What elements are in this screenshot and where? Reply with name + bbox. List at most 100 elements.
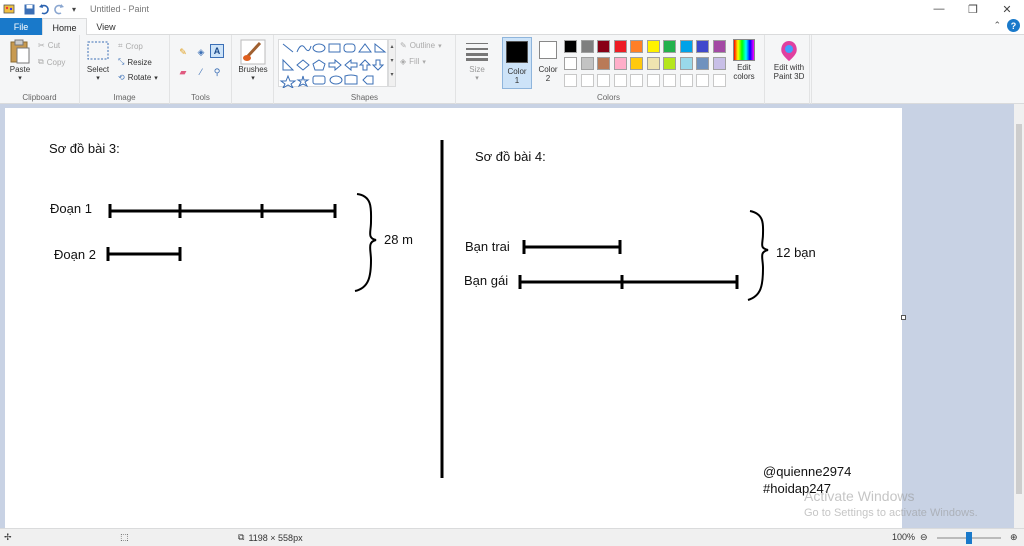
custom-color-slot[interactable] [630,74,643,87]
custom-color-slot[interactable] [663,74,676,87]
cursor-position: ✢ [4,532,12,543]
palette-swatch[interactable] [663,40,676,53]
zoom-out-icon[interactable]: ⊖ [920,532,928,543]
edit-colors-label-line1: Edit [737,63,751,72]
color-picker-icon[interactable]: ⁄ [194,65,208,79]
tab-view[interactable]: View [87,18,125,35]
image-group-label: Image [113,93,136,102]
color2-button[interactable]: Color 2 [534,39,562,83]
save-icon[interactable] [23,3,35,15]
drawing-canvas[interactable]: Sơ đồ bài 3: Đoạn 1 Đoạn 2 28 m Sơ đồ bà… [5,108,902,528]
palette-swatch[interactable] [712,57,726,70]
custom-color-slot[interactable] [613,74,627,87]
tab-file[interactable]: File [0,18,42,35]
edit-with-paint3d-button[interactable]: Edit with Paint 3D [767,39,811,81]
palette-swatch[interactable] [613,57,627,70]
cut-button[interactable]: ✂ Cut [38,41,60,50]
palette-swatch[interactable] [597,40,610,53]
custom-color-slot[interactable] [597,74,610,87]
outline-dropdown[interactable]: ✎ Outline ▾ [400,41,442,50]
collapse-ribbon-icon[interactable]: ⌃ [993,20,1001,31]
resize-button[interactable]: ⤡ Resize [118,57,152,67]
zoom-in-icon[interactable]: ⊕ [1010,532,1018,543]
rotate-label: Rotate [127,73,152,82]
paint3d-label-line1: Edit with [773,63,805,72]
zoom-slider-thumb[interactable] [966,532,972,544]
rotate-button[interactable]: ⟲ Rotate ▾ [118,73,158,82]
fill-bucket-icon[interactable]: ◈ [194,45,208,59]
custom-color-slot[interactable] [696,74,709,87]
custom-color-slot[interactable] [564,74,577,87]
copy-button[interactable]: ⧉ Copy [38,57,65,67]
copy-icon: ⧉ [38,57,44,66]
fill-dropdown[interactable]: ◈ Fill ▾ [400,57,426,66]
paste-button[interactable]: Paste ▾ [6,39,34,82]
clipboard-group: Paste ▾ ✂ Cut ⧉ Copy Clipboard [0,35,80,104]
custom-color-slot[interactable] [679,74,693,87]
palette-swatch[interactable] [679,40,693,53]
size-button[interactable]: Size ▾ [462,41,492,82]
close-button[interactable]: ✕ [990,0,1024,18]
custom-color-slot[interactable] [712,74,726,87]
custom-color-slot[interactable] [580,74,594,87]
customize-toolbar-icon[interactable]: ▾ [68,3,80,15]
canvas-resize-handle[interactable] [901,315,906,320]
vertical-scrollbar-thumb[interactable] [1016,124,1022,494]
undo-icon[interactable] [38,3,50,15]
segment-1-label: Đoạn 1 [50,201,92,216]
girls-label: Bạn gái [464,273,509,288]
canvas-size: ⧉ 1198 × 558px [238,532,303,543]
shapes-group: ▴ ▾ ▾ ✎ Outline ▾ ◈ Fill ▾ Shapes [274,35,456,104]
tab-home[interactable]: Home [42,18,87,36]
palette-swatch[interactable] [597,57,610,70]
minimize-button[interactable]: — [922,0,956,18]
palette-swatch[interactable] [696,40,709,53]
brushes-label: Brushes [238,65,268,74]
paint-app-icon[interactable] [3,3,15,15]
palette-swatch[interactable] [564,57,577,70]
image-group: Select ▾ ⌗ Crop ⤡ Resize ⟲ Rotate ▾ Imag… [80,35,170,104]
eraser-icon[interactable]: ▰ [176,65,190,79]
palette-swatch[interactable] [564,40,577,53]
zoom-level: 100% [892,532,915,542]
shapes-scroll[interactable]: ▴ ▾ ▾ [388,39,396,87]
cursor-position-icon: ✢ [4,532,12,542]
pencil-icon[interactable]: ✎ [176,45,190,59]
palette-swatch[interactable] [630,57,643,70]
palette-swatch[interactable] [696,57,709,70]
maximize-button[interactable]: ❐ [956,0,990,18]
outline-icon: ✎ [400,41,407,50]
palette-swatch[interactable] [646,57,660,70]
boys-label: Bạn trai [465,239,510,254]
palette-swatch[interactable] [630,40,643,53]
palette-swatch[interactable] [613,40,627,53]
color1-button[interactable]: Color 1 [502,37,532,89]
color1-swatch [506,41,528,63]
palette-swatch[interactable] [679,57,693,70]
text-tool-icon[interactable]: A [210,44,224,58]
palette-swatch[interactable] [712,40,726,53]
selection-size: ⬚ [120,532,129,543]
brushes-button[interactable]: Brushes ▾ [235,39,271,82]
redo-icon[interactable] [53,3,65,15]
palette-swatch[interactable] [646,40,660,53]
magnifier-icon[interactable]: ⚲ [210,65,224,79]
paste-label: Paste [9,65,31,74]
brushes-group: Brushes ▾ [232,35,274,104]
palette-swatch[interactable] [663,57,676,70]
custom-color-slot[interactable] [646,74,660,87]
help-icon[interactable]: ? [1007,19,1020,32]
color1-number: 1 [514,76,520,85]
crop-button[interactable]: ⌗ Crop [118,41,143,51]
palette-swatch[interactable] [580,57,594,70]
vertical-scrollbar[interactable] [1014,104,1024,528]
copy-label: Copy [46,57,66,67]
activation-watermark-text: Go to Settings to activate Windows. [804,507,978,519]
shapes-gallery[interactable] [278,39,388,90]
palette-swatch[interactable] [580,40,594,53]
line-size-icon [466,43,488,61]
edit-colors-button[interactable]: Edit colors [728,39,760,81]
canvas-size-value: 1198 × 558px [248,532,303,543]
selection-size-icon: ⬚ [120,532,129,542]
select-button[interactable]: Select ▾ [85,41,111,82]
